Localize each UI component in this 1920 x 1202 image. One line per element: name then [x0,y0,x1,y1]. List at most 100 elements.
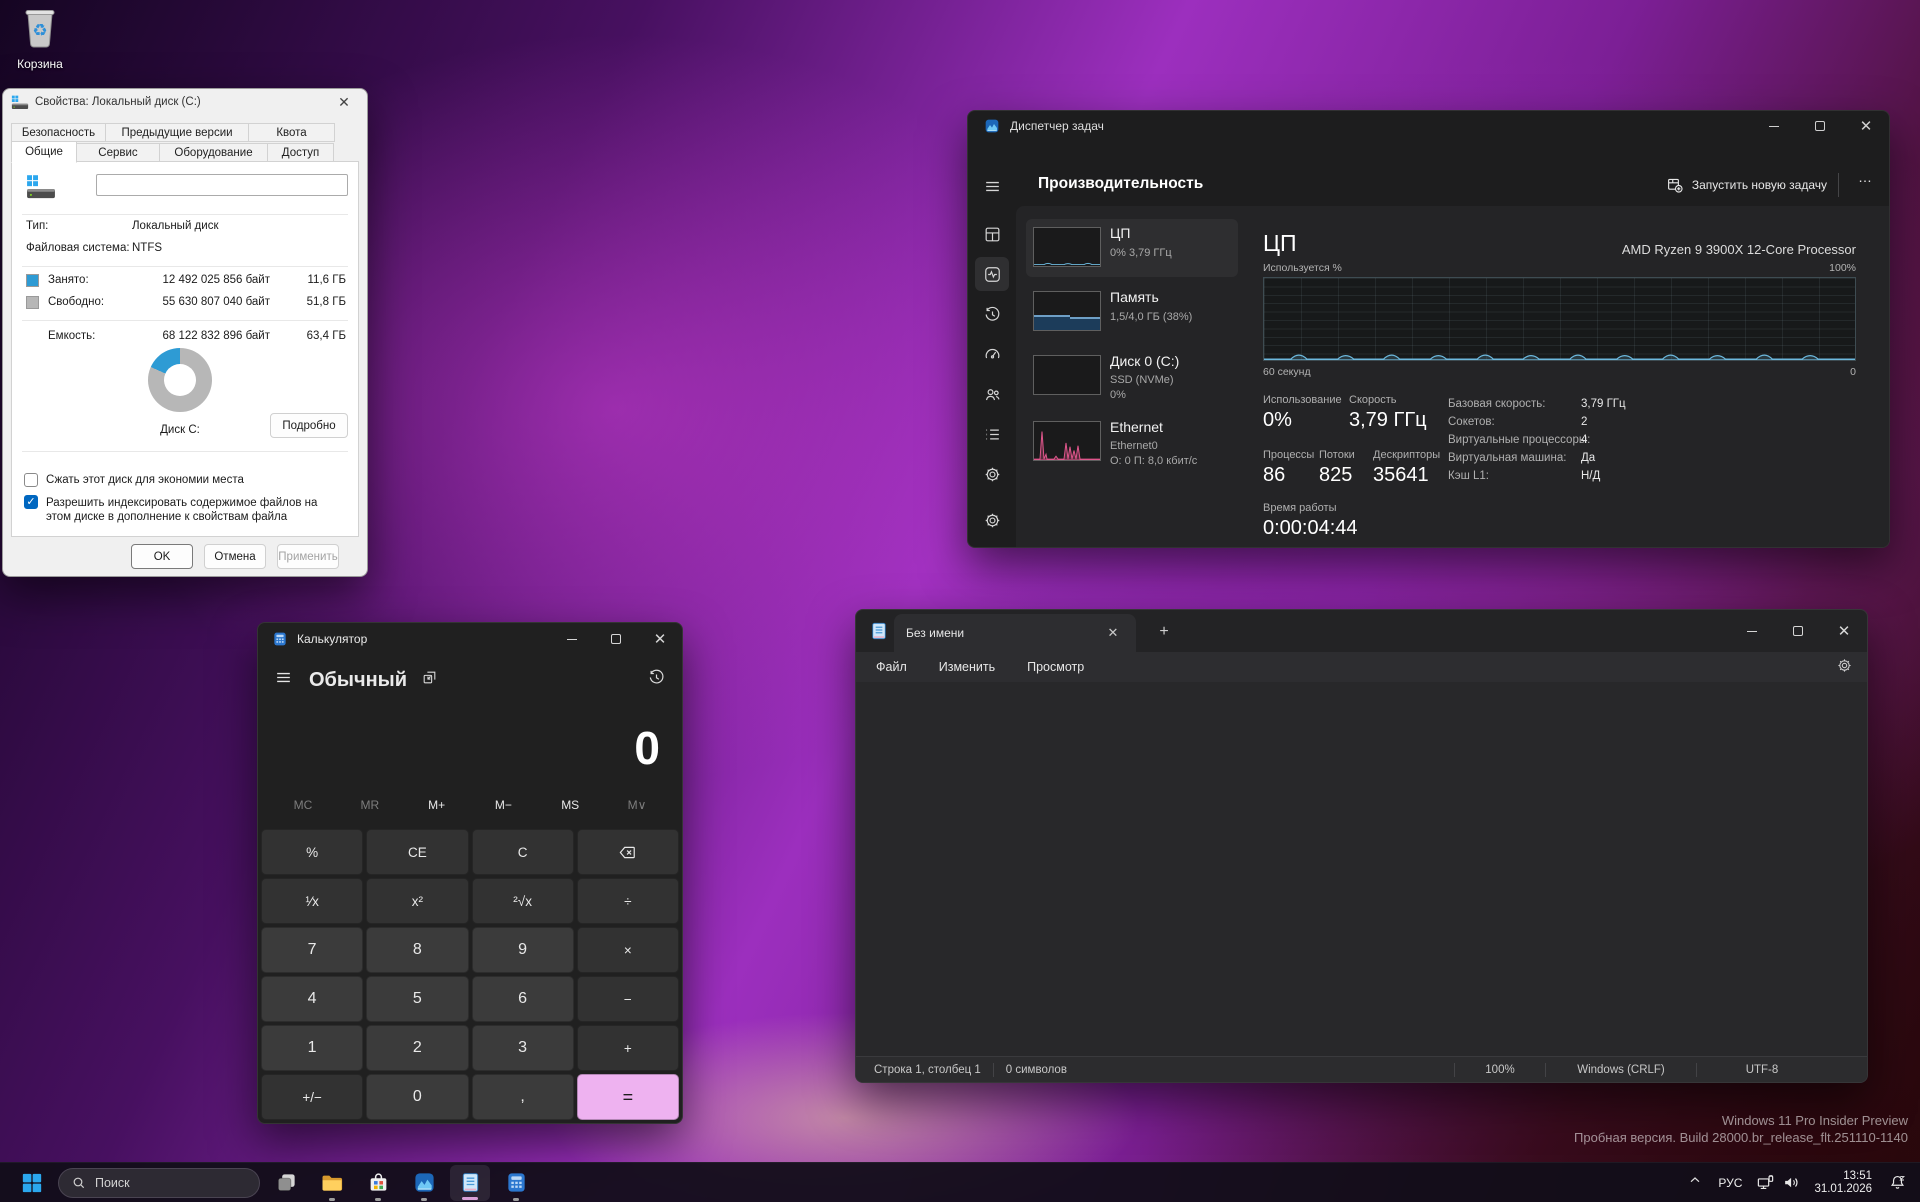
digit-3-button[interactable]: 3 [472,1025,574,1071]
divider [22,266,348,267]
maximize-button[interactable] [1797,111,1843,141]
tab-close-icon[interactable]: ✕ [1102,625,1124,641]
square-button[interactable]: x² [366,878,468,924]
tab-previous-versions[interactable]: Предыдущие версии [105,123,249,142]
menu-view[interactable]: Просмотр [1015,656,1096,678]
minimize-button[interactable] [550,623,594,655]
backspace-button[interactable] [577,829,679,875]
digit-2-button[interactable]: 2 [366,1025,468,1071]
close-button[interactable]: ✕ [1843,111,1889,141]
new-tab-button[interactable]: + [1152,620,1176,644]
navigation-menu-icon[interactable] [975,169,1009,203]
minimize-button[interactable] [1751,111,1797,141]
notepad-tab[interactable]: Без имени ✕ [894,614,1136,652]
sidebar-item-settings[interactable] [975,503,1009,537]
sidebar-item-startup-apps[interactable] [975,337,1009,371]
decimal-button[interactable]: , [472,1074,574,1120]
memory-store-button[interactable]: MS [539,798,601,812]
clear-entry-button[interactable]: CE [366,829,468,875]
divider [22,451,348,452]
memory-subtract-button[interactable]: M− [472,798,534,812]
subtract-button[interactable]: − [577,976,679,1022]
notepad-editor-area[interactable] [856,682,1867,1056]
tab-security[interactable]: Безопасность [11,123,106,142]
perf-item-memory[interactable]: Память 1,5/4,0 ГБ (38%) [1026,283,1238,341]
sidebar-item-performance[interactable] [975,257,1009,291]
volume-icon[interactable] [1778,1173,1804,1192]
page-title: Производительность [1038,175,1203,193]
digit-8-button[interactable]: 8 [366,927,468,973]
sidebar-item-users[interactable] [975,377,1009,411]
clear-button[interactable]: C [472,829,574,875]
tab-general[interactable]: Общие [11,141,77,163]
sidebar-item-details[interactable] [975,417,1009,451]
multiply-button[interactable]: × [577,927,679,973]
compress-checkbox[interactable] [24,473,38,487]
notepad-settings-gear-icon[interactable] [1836,657,1853,677]
digit-5-button[interactable]: 5 [366,976,468,1022]
task-manager-taskbar-button[interactable] [404,1163,444,1202]
microsoft-store-button[interactable] [358,1163,398,1202]
language-indicator[interactable]: РУС [1708,1176,1752,1190]
notepad-taskbar-button[interactable] [450,1165,490,1201]
memory-add-button[interactable]: M+ [406,798,468,812]
volume-label-input[interactable] [96,174,348,196]
status-zoom[interactable]: 100% [1455,1064,1545,1076]
tab-quota[interactable]: Квота [248,123,335,142]
digit-7-button[interactable]: 7 [261,927,363,973]
task-view-button[interactable] [266,1163,306,1202]
minimize-button[interactable] [1729,610,1775,652]
tab-hardware[interactable]: Оборудование [159,143,268,162]
more-options-button[interactable]: … [1858,169,1873,185]
taskbar-clock[interactable]: 13:51 31.01.2026 [1804,1170,1882,1196]
perf-item-cpu[interactable]: ЦП 0% 3,79 ГГц [1026,219,1238,277]
notepad-statusbar: Строка 1, столбец 1 0 символов 100% Wind… [856,1056,1867,1082]
maximize-button[interactable] [594,623,638,655]
sqrt-button[interactable]: ²√x [472,878,574,924]
sidebar-item-services[interactable] [975,457,1009,491]
reciprocal-button[interactable]: ¹⁄x [261,878,363,924]
tray-overflow-chevron-icon[interactable] [1682,1172,1708,1193]
add-button[interactable]: + [577,1025,679,1071]
perf-item-ethernet[interactable]: Ethernet Ethernet0 О: 0 П: 8,0 кбит/с [1026,413,1238,477]
close-button[interactable]: ✕ [1821,610,1867,652]
recycle-bin-shortcut[interactable]: Корзина [8,6,72,71]
sidebar-item-processes[interactable] [975,217,1009,251]
digit-6-button[interactable]: 6 [472,976,574,1022]
calculator-taskbar-button[interactable] [496,1163,536,1202]
divide-button[interactable]: ÷ [577,878,679,924]
status-line-endings[interactable]: Windows (CRLF) [1546,1064,1696,1076]
details-button[interactable]: Подробно [270,413,348,438]
taskbar-search[interactable]: Поиск [58,1168,260,1198]
digit-1-button[interactable]: 1 [261,1025,363,1071]
tab-sharing[interactable]: Доступ [267,143,334,162]
digit-4-button[interactable]: 4 [261,976,363,1022]
status-encoding[interactable]: UTF-8 [1697,1064,1827,1076]
index-checkbox[interactable]: ✓ [24,495,38,509]
notification-bell-icon[interactable] [1882,1173,1912,1192]
sidebar-item-app-history[interactable] [975,297,1009,331]
negate-button[interactable]: +/− [261,1074,363,1120]
cancel-button[interactable]: Отмена [204,544,266,569]
digit-9-button[interactable]: 9 [472,927,574,973]
l1-cache-value: Н/Д [1581,470,1600,482]
perf-item-disk[interactable]: Диск 0 (C:) SSD (NVMe) 0% [1026,347,1238,411]
ok-button[interactable]: OK [131,544,193,569]
menu-edit[interactable]: Изменить [927,656,1007,678]
percent-button[interactable]: % [261,829,363,875]
calculator-menu-icon[interactable] [274,668,293,692]
menu-file[interactable]: Файл [864,656,919,678]
equals-button[interactable]: = [577,1074,679,1120]
network-icon[interactable] [1752,1173,1778,1192]
keep-on-top-icon[interactable] [421,669,438,691]
history-icon[interactable] [647,668,666,692]
task-manager-titlebar: Диспетчер задач ✕ [968,111,1889,141]
file-explorer-button[interactable] [312,1163,352,1202]
tab-tools[interactable]: Сервис [76,143,160,162]
maximize-button[interactable] [1775,610,1821,652]
start-button[interactable] [12,1163,52,1202]
run-new-task-button[interactable]: Запустить новую задачу [1666,171,1827,199]
dialog-close-icon[interactable]: ✕ [329,94,359,111]
close-button[interactable]: ✕ [638,623,682,655]
digit-0-button[interactable]: 0 [366,1074,468,1120]
